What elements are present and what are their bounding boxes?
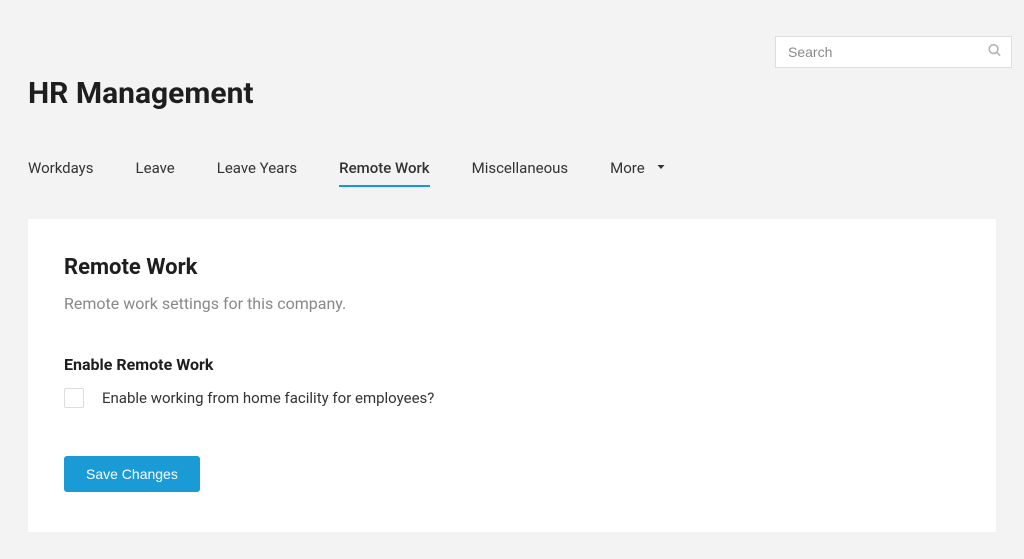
setting-enable-remote-work: Enable Remote Work Enable working from h… [64,355,960,408]
tabs: Workdays Leave Leave Years Remote Work M… [0,159,1024,187]
enable-remote-work-checkbox[interactable] [64,388,84,408]
tab-leave-years[interactable]: Leave Years [217,159,297,187]
tab-more[interactable]: More [610,159,667,187]
chevron-down-icon [655,159,667,177]
tab-remote-work[interactable]: Remote Work [339,159,429,187]
tab-more-label: More [610,159,645,177]
search-input[interactable] [775,36,1012,68]
page-title: HR Management [28,76,996,111]
settings-card: Remote Work Remote work settings for thi… [28,219,996,532]
enable-remote-work-checkbox-label: Enable working from home facility for em… [102,389,434,407]
tab-leave[interactable]: Leave [136,159,175,187]
search-wrap [775,36,1012,68]
setting-label: Enable Remote Work [64,355,960,374]
save-button[interactable]: Save Changes [64,456,200,492]
tab-miscellaneous[interactable]: Miscellaneous [472,159,569,187]
tab-workdays[interactable]: Workdays [28,159,94,187]
section-description: Remote work settings for this company. [64,294,960,313]
section-title: Remote Work [64,255,960,280]
